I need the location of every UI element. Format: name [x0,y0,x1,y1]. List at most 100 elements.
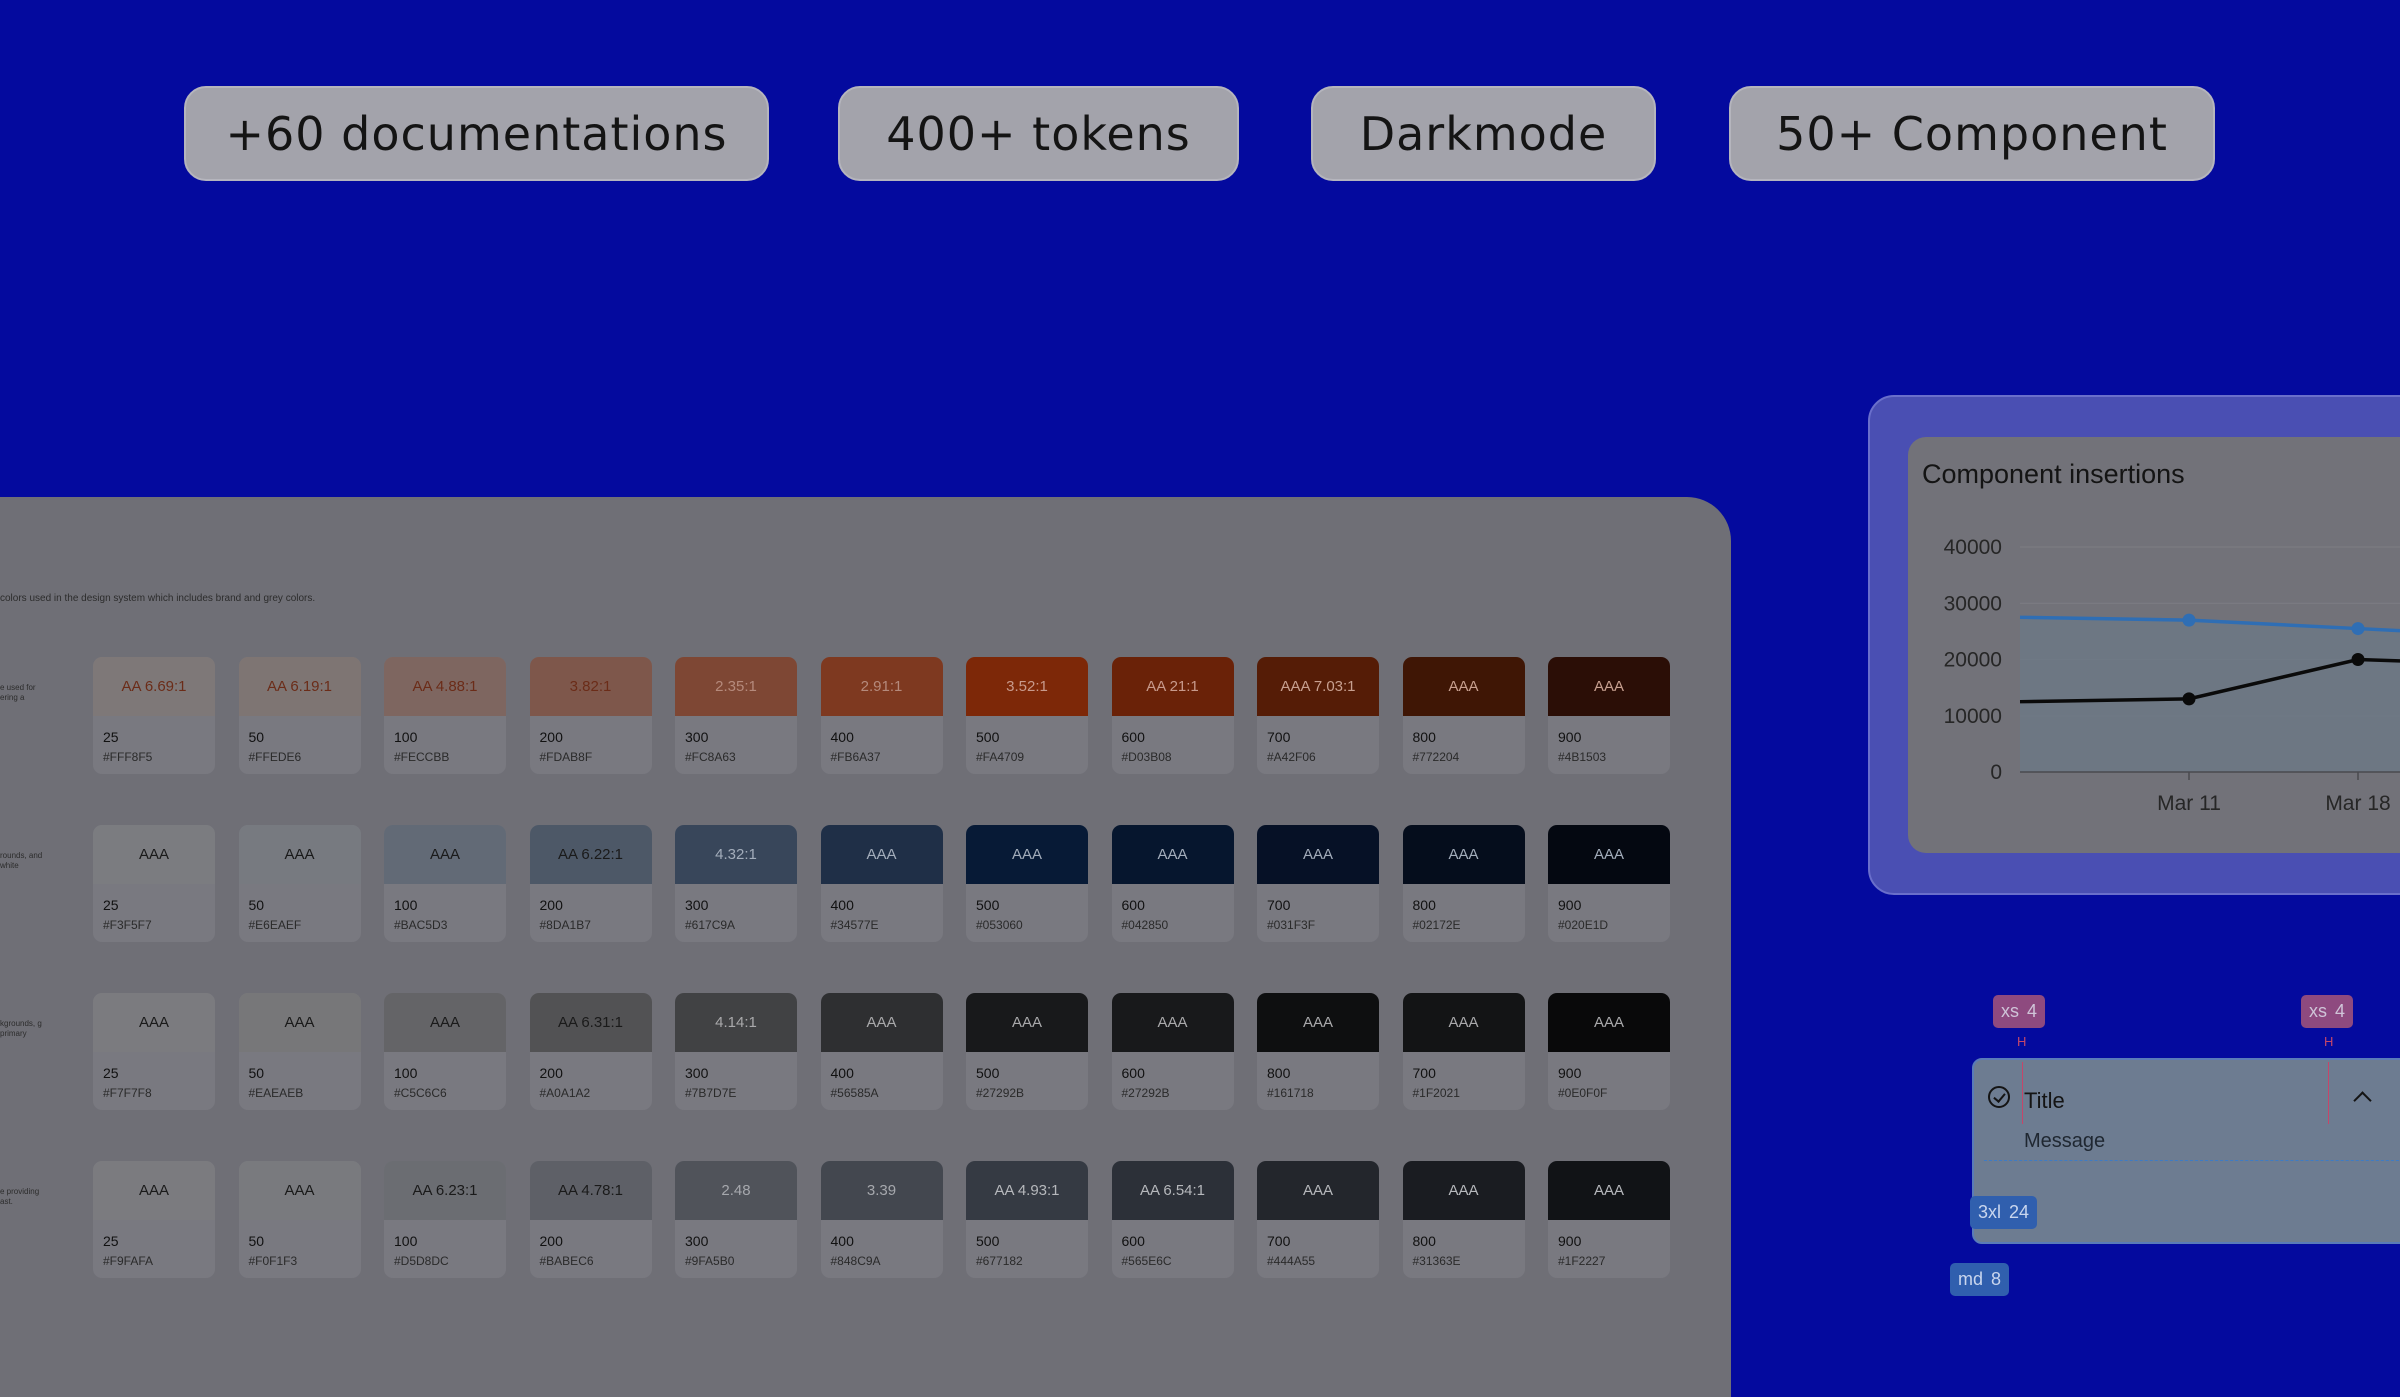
swatch-contrast: AAA [966,825,1088,884]
color-swatch: AAA 900 #020E1D [1548,825,1670,942]
swatch-level: 200 [539,1233,563,1249]
color-swatch: AA 4.78:1 200 #BABEC6 [529,1161,652,1278]
swatch-contrast: 3.82:1 [529,657,652,716]
palette-description: colors used in the design system which i… [0,593,316,604]
swatch-level: 900 [1558,729,1582,745]
color-swatch: AAA 600 #27292B [1111,993,1234,1110]
swatch-hex: #A0A1A2 [539,1086,591,1100]
swatch-level: 800 [1267,1065,1291,1081]
spacing-tag-xs-right: xs 4 [2301,995,2354,1028]
color-swatch: AA 6.54:1 600 #565E6C [1111,1161,1234,1278]
swatch-level: 25 [103,729,119,745]
swatch-contrast: AAA [93,825,215,884]
check-circle-icon [1988,1086,2010,1108]
swatch-level: 50 [248,729,265,745]
color-swatch: AAA 700 #444A55 [1257,1161,1379,1278]
swatch-hex: #7B7D7E [685,1086,737,1100]
swatch-hex: #C5C6C6 [394,1086,447,1100]
swatch-level: 700 [1267,897,1291,913]
tag-value: 8 [1991,1269,2002,1289]
swatch-level: 900 [1558,1065,1582,1081]
swatch-contrast: AAA [1402,1161,1525,1220]
swatch-contrast: AAA [384,825,506,884]
swatch-hex: #677182 [976,1254,1023,1268]
swatch-contrast: AAA [1402,657,1525,716]
color-swatch: AAA 25 #F9FAFA [93,1161,215,1278]
swatch-contrast: AAA [820,825,943,884]
y-tick-label: 0 [1990,761,2002,784]
swatch-hex: #4B1503 [1558,750,1607,764]
swatch-contrast: AAA [384,993,506,1052]
tag-value: 4 [2027,1001,2038,1021]
stat-pill-components: 50+ Component [1729,86,2215,181]
swatch-contrast: AA 6.31:1 [529,993,652,1052]
swatch-hex: #FFEDE6 [248,750,302,764]
swatch-level: 400 [830,1233,854,1249]
swatch-level: 800 [1412,729,1436,745]
color-swatch: AAA 25 #F3F5F7 [93,825,215,942]
spacing-tag-xs-left: xs 4 [1993,995,2046,1028]
swatch-hex: #031F3F [1267,918,1316,932]
swatch-level: 600 [1121,897,1145,913]
y-tick-label: 10000 [1944,705,2002,728]
spacing-guide-right [2328,1062,2329,1124]
swatch-contrast: AA 4.93:1 [966,1161,1088,1220]
swatch-contrast: AAA [1402,825,1525,884]
y-tick-label: 40000 [1944,536,2002,559]
swatch-contrast: AA 6.23:1 [384,1161,506,1220]
swatch-contrast: 3.52:1 [966,657,1088,716]
color-swatch: 2.35:1 300 #FC8A63 [675,657,797,774]
swatch-level: 300 [685,1065,709,1081]
alert-title: Title [2024,1088,2065,1113]
swatch-level: 100 [394,1233,418,1249]
swatch-level: 700 [1267,729,1291,745]
swatch-level: 50 [248,1233,265,1249]
height-marker-right: H [2324,1034,2334,1049]
y-tick-label: 30000 [1944,592,2002,615]
swatch-contrast: AAA [238,825,361,884]
tag-size: md [1958,1269,1984,1289]
swatch-level: 25 [103,897,119,913]
color-swatch: AAA 800 #31363E [1402,1161,1525,1278]
swatch-level: 600 [1121,729,1145,745]
color-swatch: AAA 400 #56585A [820,993,943,1110]
color-swatch: AA 6.23:1 100 #D5D8DC [384,1161,506,1278]
chevron-up-icon[interactable] [2353,1091,2372,1110]
swatch-hex: #F3F5F7 [103,918,152,932]
swatch-level: 400 [830,1065,854,1081]
stat-pill-darkmode: Darkmode [1311,86,1656,181]
color-swatch: AAA 700 #1F2021 [1402,993,1525,1110]
swatch-level: 900 [1558,897,1582,913]
swatch-hex: #020E1D [1558,918,1609,932]
swatch-level: 200 [539,729,563,745]
color-swatch: 2.91:1 400 #FB6A37 [820,657,943,774]
swatch-contrast: AAA [1402,993,1525,1052]
color-swatch: AA 6.69:1 25 #FFF8F5 [93,657,215,774]
swatch-level: 50 [248,897,265,913]
swatch-contrast: AAA [1111,825,1234,884]
swatch-contrast: AA 21:1 [1111,657,1234,716]
swatch-level: 100 [394,897,418,913]
swatch-hex: #F9FAFA [103,1254,154,1268]
tag-value: 4 [2335,1001,2346,1021]
color-swatch: AAA 900 #4B1503 [1548,657,1670,774]
color-swatch: AAA 800 #161718 [1257,993,1379,1110]
swatch-level: 300 [685,1233,709,1249]
swatch-contrast: AAA [238,1161,361,1220]
color-swatch: 4.32:1 300 #617C9A [675,825,797,942]
swatch-hex: #A42F06 [1267,750,1316,764]
swatch-hex: #772204 [1412,750,1460,764]
swatch-contrast: AAA [238,993,361,1052]
swatch-hex: #444A55 [1267,1254,1316,1268]
y-tick-label: 20000 [1944,649,2002,672]
color-swatch: AAA 7.03:1 700 #A42F06 [1257,657,1379,774]
swatch-contrast: AAA 7.03:1 [1257,657,1379,716]
data-point [2351,653,2365,666]
swatch-contrast: 2.35:1 [675,657,797,716]
swatch-hex: #56585A [830,1086,879,1100]
swatch-contrast: AA 4.78:1 [529,1161,652,1220]
color-swatch: AA 6.31:1 200 #A0A1A2 [529,993,652,1110]
swatch-hex: #565E6C [1121,1254,1172,1268]
swatch-hex: #FC8A63 [685,750,736,764]
color-swatch: AAA 600 #042850 [1111,825,1234,942]
